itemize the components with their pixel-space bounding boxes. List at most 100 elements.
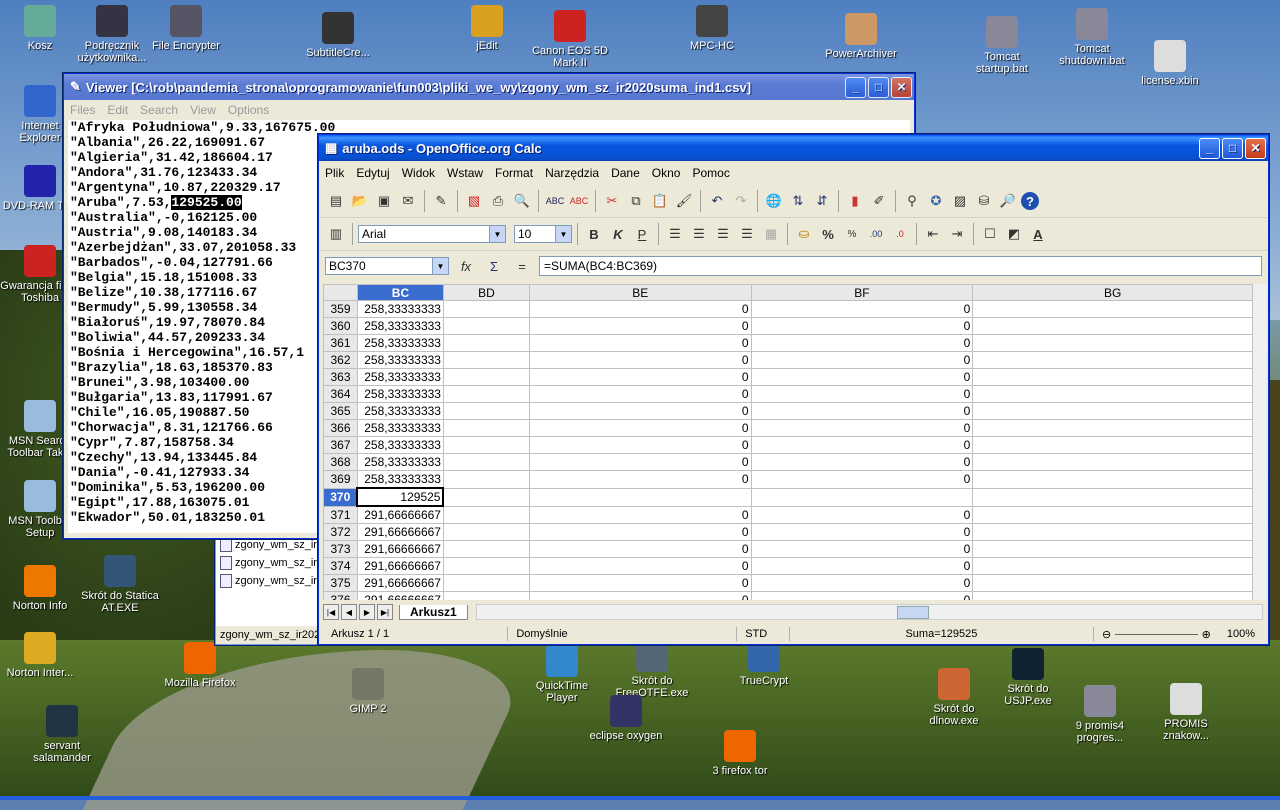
file-list-item[interactable]: zgony_wm_sz_ir2 [216,572,324,590]
zoom-icon[interactable]: 🔎 [997,190,1019,212]
cell-bd[interactable] [442,300,530,318]
cell-bf[interactable]: 0 [750,557,974,575]
file-list-item[interactable]: zgony_wm_sz_ir2 [216,554,324,572]
print-icon[interactable]: ⎙ [487,190,509,212]
percent-icon[interactable]: % [817,223,839,245]
row-header[interactable]: 359 [323,300,358,318]
cell-bc[interactable]: 258,33333333 [356,419,444,437]
status-selection-mode[interactable]: STD [737,627,790,641]
desktop-icon[interactable]: TrueCrypt [724,640,804,687]
styles-formatting-icon[interactable]: ▥ [325,223,347,245]
save-icon[interactable]: ▣ [373,190,395,212]
row-header[interactable]: 369 [323,470,358,489]
spreadsheet-grid[interactable]: BC BD BE BF BG 359 258,33333333 0 0 360 258,33333… [323,284,1253,600]
prev-sheet-button[interactable]: ◀ [341,604,357,620]
hyperlink-icon[interactable]: 🌐 [763,190,785,212]
desktop-icon[interactable]: GIMP 2 [328,668,408,715]
cell-bd[interactable] [442,351,530,369]
menu-item[interactable]: Edytuj [350,166,395,180]
cell-be[interactable]: 0 [528,402,752,420]
row-header[interactable]: 376 [323,591,358,600]
desktop-icon[interactable]: Norton Info [0,565,80,612]
row-header[interactable]: 375 [323,574,358,592]
align-right-icon[interactable]: ☰ [712,223,734,245]
gallery-icon[interactable]: ▨ [949,190,971,212]
cell-bg[interactable] [972,300,1253,318]
row-header[interactable]: 360 [323,317,358,335]
desktop-icon[interactable]: license.xbin [1130,40,1210,87]
sum-icon[interactable]: Σ [483,255,505,277]
row-header[interactable]: 368 [323,453,358,471]
corner-cell[interactable] [323,284,358,301]
cell-bg[interactable] [972,351,1253,369]
cell-bf[interactable]: 0 [750,385,974,403]
cell-be[interactable]: 0 [528,317,752,335]
cell-be[interactable]: 0 [528,368,752,386]
cell-bc[interactable]: 258,33333333 [356,385,444,403]
cell-bc[interactable]: 291,66666667 [356,523,444,541]
borders-icon[interactable]: ☐ [979,223,1001,245]
desktop-icon[interactable]: Canon EOS 5D Mark II [530,10,610,69]
cell-be[interactable]: 0 [528,470,752,489]
desktop-icon[interactable]: Mozilla Firefox [160,642,240,689]
cell-bf[interactable]: 0 [750,351,974,369]
cell-bd[interactable] [442,591,530,600]
page-preview-icon[interactable]: 🔍 [511,190,533,212]
cell-be[interactable]: 0 [528,351,752,369]
cut-icon[interactable]: ✂ [601,190,623,212]
email-icon[interactable]: ✉ [397,190,419,212]
cell-be[interactable]: 0 [528,523,752,541]
desktop-icon[interactable]: PowerArchiver [821,13,901,60]
chevron-down-icon[interactable]: ▼ [555,226,571,242]
cell-bc[interactable]: 291,66666667 [356,540,444,558]
minimize-button[interactable]: _ [845,76,866,98]
cell-bf[interactable]: 0 [750,317,974,335]
chevron-down-icon[interactable]: ▼ [489,226,505,242]
add-decimal-icon[interactable]: .00 [865,223,887,245]
cell-bd[interactable] [442,540,530,558]
show-draw-functions-icon[interactable]: ✐ [868,190,890,212]
sort-ascending-icon[interactable]: ⇅ [787,190,809,212]
desktop-icon[interactable]: servant salamander [22,705,102,764]
cell-bc[interactable]: 291,66666667 [356,505,444,524]
desktop-icon[interactable]: SubtitleCre... [298,12,378,59]
cell-be[interactable]: 0 [528,436,752,454]
cell-bg[interactable] [972,557,1253,575]
function-icon[interactable]: = [511,255,533,277]
desktop-icon[interactable]: Skrót do dlnow.exe [914,668,994,727]
name-box[interactable]: BC370 ▼ [325,257,449,275]
delete-decimal-icon[interactable]: .0 [889,223,911,245]
column-header[interactable]: BE [528,284,752,301]
desktop-icon[interactable]: 3 firefox tor [700,730,780,777]
menu-item[interactable]: Wstaw [441,166,489,180]
desktop-icon[interactable]: Skrót do FreeOTFE.exe [612,640,692,699]
increase-indent-icon[interactable]: ⇥ [946,223,968,245]
desktop-icon[interactable]: jEdit [447,5,527,52]
next-sheet-button[interactable]: ▶ [359,604,375,620]
chevron-down-icon[interactable]: ▼ [432,258,448,274]
cell-bc[interactable]: 258,33333333 [356,402,444,420]
cell-bg[interactable] [972,402,1253,420]
cell-bd[interactable] [442,523,530,541]
formula-input[interactable]: =SUMA(BC4:BC369) [539,256,1262,276]
cell-bd[interactable] [442,402,530,420]
cell-be[interactable]: 0 [528,419,752,437]
cell-bg[interactable] [972,385,1253,403]
minimize-button[interactable]: _ [1199,137,1220,159]
data-sources-icon[interactable]: ⛁ [973,190,995,212]
cell-bf[interactable]: 0 [750,574,974,592]
new-document-icon[interactable]: ▤ [325,190,347,212]
cell-be[interactable]: 0 [528,300,752,318]
desktop-icon[interactable]: eclipse oxygen [586,695,666,742]
desktop-icon[interactable]: Tomcat shutdown.bat [1052,8,1132,67]
zoom-out-icon[interactable]: ⊖ [1102,628,1111,641]
menu-item[interactable]: Files [64,103,101,117]
cell-bd[interactable] [442,436,530,454]
cell-bc[interactable]: 258,33333333 [356,317,444,335]
number-format-icon[interactable]: % [841,223,863,245]
find-replace-icon[interactable]: ⚲ [901,190,923,212]
merge-cells-icon[interactable]: ▦ [760,223,782,245]
cell-bg[interactable] [972,591,1253,600]
menu-item[interactable]: Search [134,103,184,117]
zoom-level[interactable]: 100% [1219,627,1263,641]
